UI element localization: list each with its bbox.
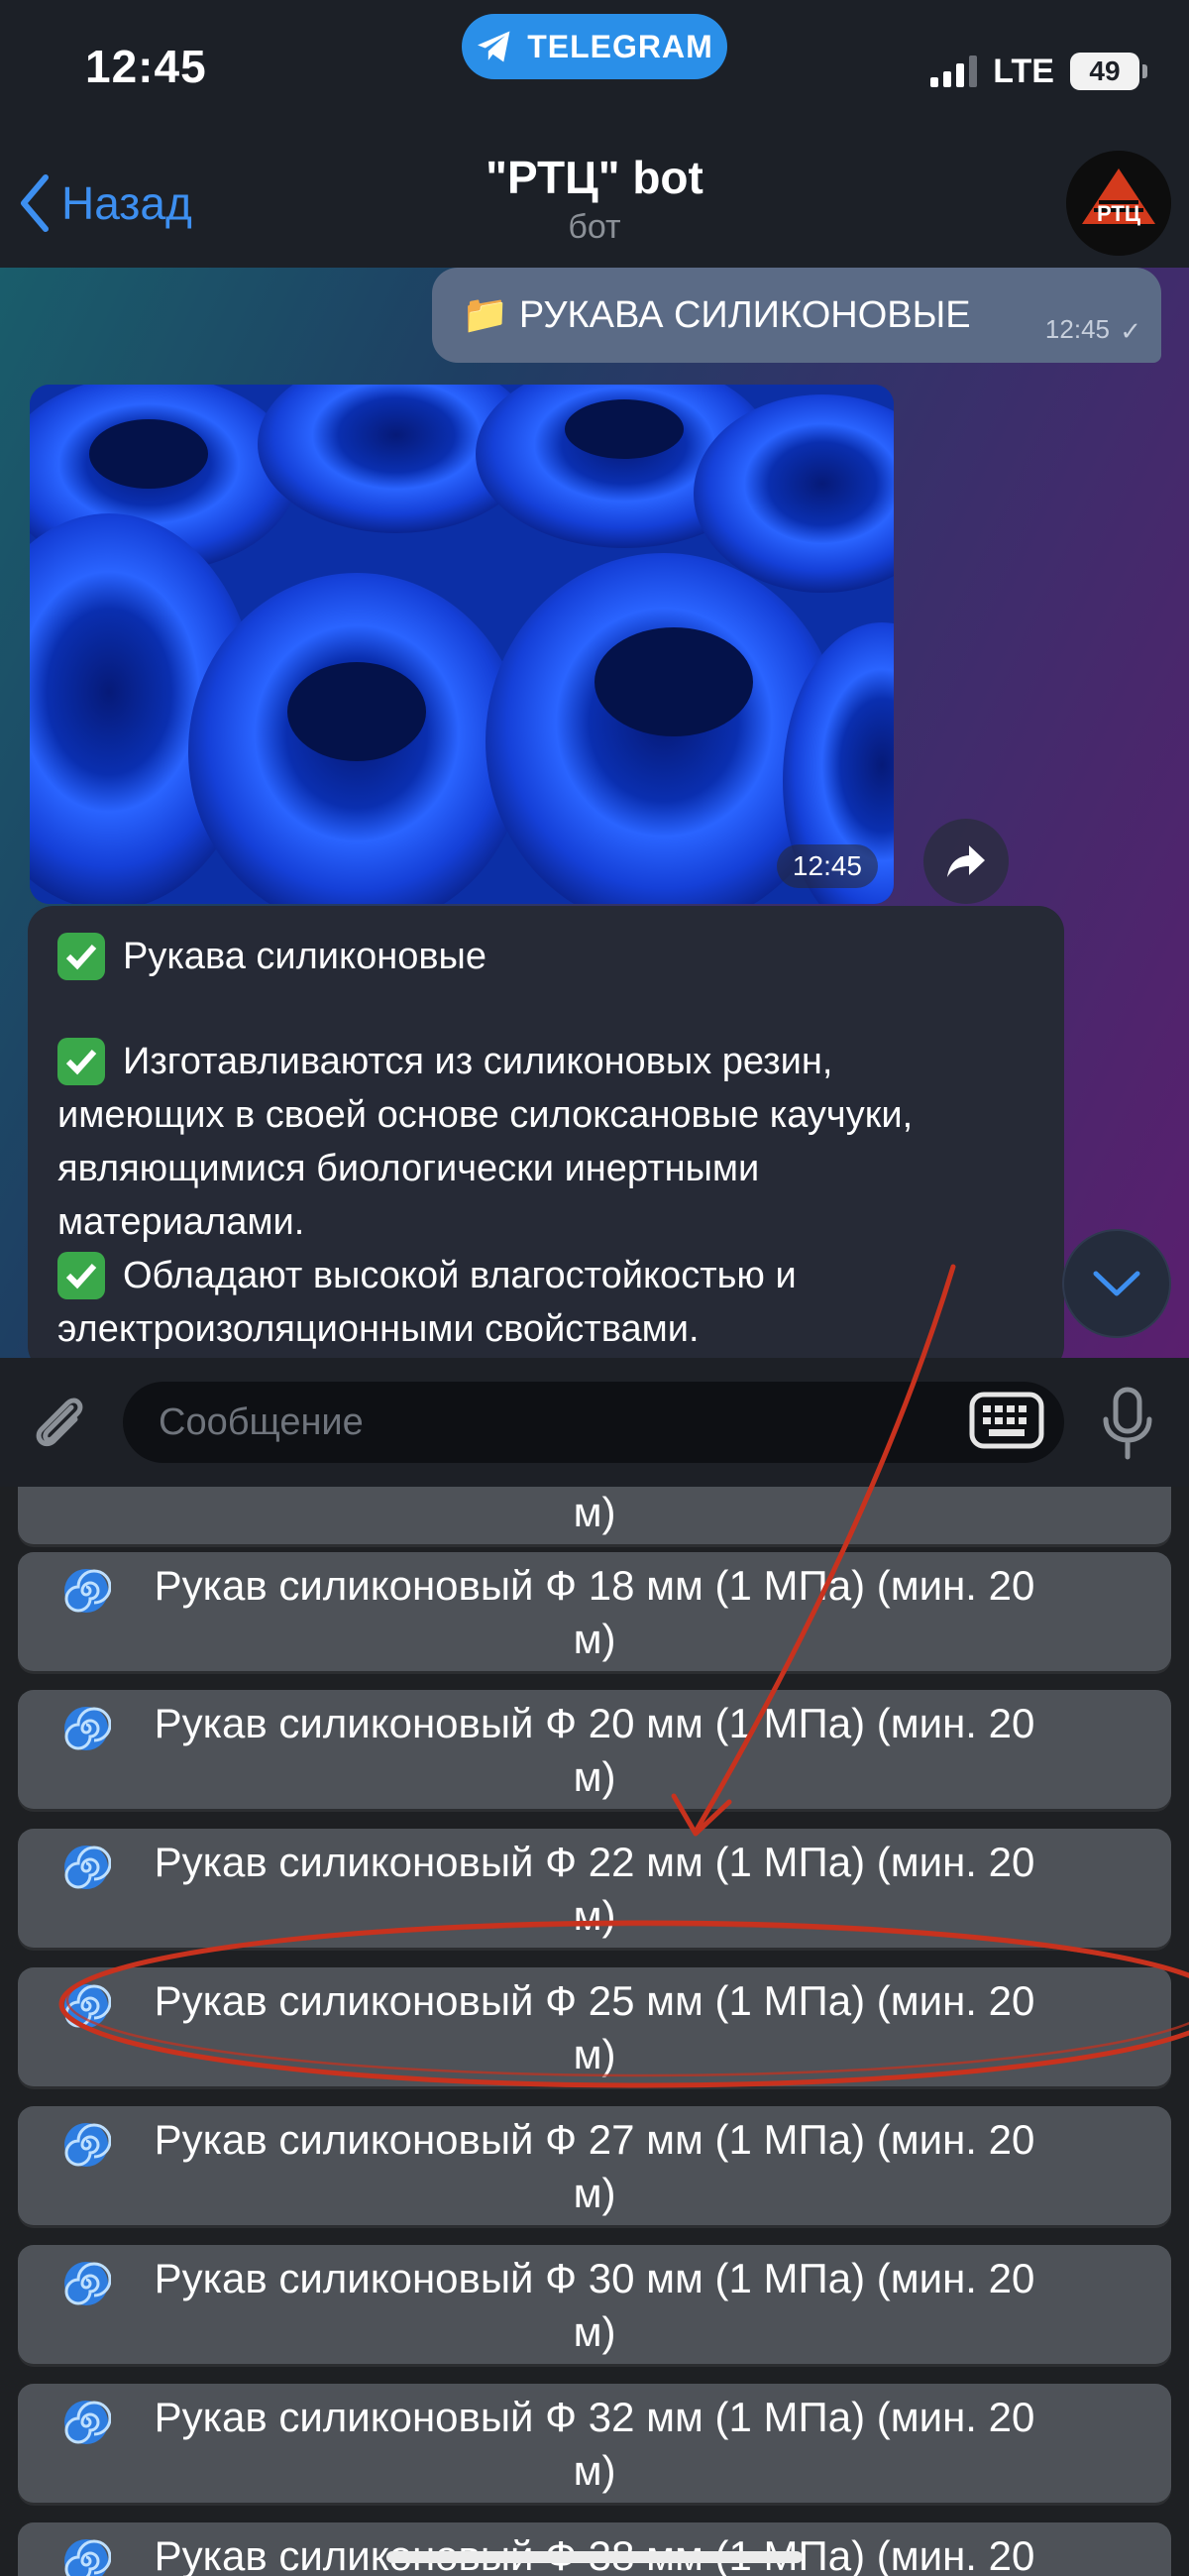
keyboard-button[interactable]: м) xyxy=(18,1487,1171,1544)
paperclip-icon xyxy=(36,1398,83,1447)
message-input[interactable]: Сообщение xyxy=(123,1382,1064,1463)
message-text: являющимися биологически инертными xyxy=(57,1148,760,1189)
outgoing-message[interactable]: 📁 РУКАВА СИЛИКОНОВЫЕ 12:45 ✓ xyxy=(432,268,1161,363)
message-text: Рукава силиконовые xyxy=(123,936,486,977)
network-type: LTE xyxy=(993,52,1054,90)
share-button[interactable] xyxy=(923,819,1009,904)
telegram-pill-label: TELEGRAM xyxy=(527,28,713,64)
input-bar: Сообщение xyxy=(0,1358,1189,1487)
keyboard-button-label: Рукав силиконовый Ф 22 мм (1 МПа) (мин. … xyxy=(154,1839,1035,1885)
status-indicators: LTE 49 xyxy=(930,50,1147,93)
status-time: 12:45 xyxy=(85,41,207,92)
description-message[interactable]: Рукава силиконовые Изготавливаются из си… xyxy=(28,906,1064,1358)
attach-button[interactable] xyxy=(28,1390,93,1460)
avatar-text: РТЦ xyxy=(1097,201,1140,226)
check-mark-icon xyxy=(57,1252,105,1299)
message-text: материалами. xyxy=(57,1201,305,1243)
message-text: Обладают высокой влагостойкостью и xyxy=(123,1255,797,1296)
keyboard-button[interactable]: Рукав силиконовый Ф 30 мм (1 МПа) (мин. … xyxy=(18,2245,1171,2364)
keyboard-button[interactable]: Рукав силиконовый Ф 25 мм (1 МПа) (мин. … xyxy=(18,1967,1171,2086)
battery-level: 49 xyxy=(1089,56,1121,86)
keyboard-button-label-2: м) xyxy=(573,2031,616,2077)
chat-header: Назад "РТЦ" bot бот РТЦ xyxy=(0,139,1189,268)
keyboard-button-label: Рукав силиконовый Ф 30 мм (1 МПа) (мин. … xyxy=(154,2255,1035,2301)
voice-button[interactable] xyxy=(1100,1386,1155,1466)
keyboard-button-label-2: м) xyxy=(573,1753,616,1800)
outgoing-message-time: 12:45 xyxy=(1044,314,1110,344)
message-text: Изготавливаются из силиконовых резин, xyxy=(123,1041,833,1082)
status-bar: 12:45 TELEGRAM LTE 49 xyxy=(0,0,1189,139)
keyboard-button-label: Рукав силиконовый Ф 27 мм (1 МПа) (мин. … xyxy=(154,2116,1035,2163)
home-indicator xyxy=(386,2551,803,2563)
chat-subtitle: бот xyxy=(568,208,621,246)
chat-title[interactable]: "РТЦ" bot xyxy=(0,151,1189,204)
message-text: электроизоляционными свойствами. xyxy=(57,1308,700,1350)
read-check-icon: ✓ xyxy=(1120,316,1141,346)
keyboard-button-label: Рукав силиконовый Ф 18 мм (1 МПа) (мин. … xyxy=(154,1562,1035,1609)
keyboard-icon xyxy=(969,1392,1044,1449)
telegram-icon xyxy=(478,31,510,62)
message-line: Обладают высокой влагостойкостью и xyxy=(57,1249,1034,1302)
forward-icon xyxy=(947,845,985,877)
chevron-down-icon xyxy=(1093,1271,1140,1296)
signal-icon xyxy=(930,56,978,87)
telegram-pill[interactable]: TELEGRAM xyxy=(462,14,727,79)
outgoing-message-text: 📁 РУКАВА СИЛИКОНОВЫЕ xyxy=(462,294,971,336)
keyboard-button-label-2: м) xyxy=(573,2447,616,2494)
rtc-logo-icon: РТЦ xyxy=(1066,151,1171,256)
microphone-icon xyxy=(1103,1387,1152,1460)
message-line: Рукава силиконовые xyxy=(57,930,1034,983)
keyboard-button-label-2: м) xyxy=(573,2308,616,2355)
battery-icon: 49 xyxy=(1070,53,1147,90)
check-mark-icon xyxy=(57,1038,105,1085)
keyboard-button[interactable]: Рукав силиконовый Ф 20 мм (1 МПа) (мин. … xyxy=(18,1690,1171,1809)
keyboard-button-label-2: м) xyxy=(573,1616,616,1662)
keyboard-button-label: Рукав силиконовый Ф 25 мм (1 МПа) (мин. … xyxy=(154,1977,1035,2024)
check-mark-icon xyxy=(57,933,105,980)
keyboard-button[interactable]: Рукав силиконовый Ф 38 мм (1 МПа) (мин. … xyxy=(18,2522,1171,2576)
bot-avatar[interactable]: РТЦ xyxy=(1066,151,1171,256)
bot-reply-keyboard[interactable]: м) Рукав силиконовый Ф 18 мм (1 МПа) (ми… xyxy=(0,1487,1189,2576)
bot-keyboard-button[interactable] xyxy=(969,1392,1044,1454)
chat-area[interactable]: 📁 РУКАВА СИЛИКОНОВЫЕ 12:45 ✓ 12:45 Рукав… xyxy=(0,268,1189,1358)
message-line: Изготавливаются из силиконовых резин, xyxy=(57,1035,1034,1088)
keyboard-button-label: Рукав силиконовый Ф 20 мм (1 МПа) (мин. … xyxy=(154,1700,1035,1746)
keyboard-button-label-2: м) xyxy=(573,2170,616,2216)
keyboard-button[interactable]: Рукав силиконовый Ф 22 мм (1 МПа) (мин. … xyxy=(18,1829,1171,1948)
keyboard-button-label: Рукав силиконовый Ф 32 мм (1 МПа) (мин. … xyxy=(154,2394,1035,2440)
keyboard-button[interactable]: Рукав силиконовый Ф 27 мм (1 МПа) (мин. … xyxy=(18,2106,1171,2225)
hose-photo[interactable]: 12:45 xyxy=(30,385,894,904)
photo-time: 12:45 xyxy=(776,844,878,888)
message-text: имеющих в своей основе силоксановые кауч… xyxy=(57,1094,914,1136)
hose-coils-image xyxy=(30,385,894,904)
keyboard-button[interactable]: Рукав силиконовый Ф 18 мм (1 МПа) (мин. … xyxy=(18,1552,1171,1671)
scroll-down-button[interactable] xyxy=(1062,1229,1171,1338)
keyboard-button[interactable]: Рукав силиконовый Ф 32 мм (1 МПа) (мин. … xyxy=(18,2384,1171,2503)
keyboard-button-label-2: м) xyxy=(573,1489,616,1535)
message-input-placeholder: Сообщение xyxy=(159,1400,364,1443)
keyboard-button-label-2: м) xyxy=(573,1892,616,1939)
